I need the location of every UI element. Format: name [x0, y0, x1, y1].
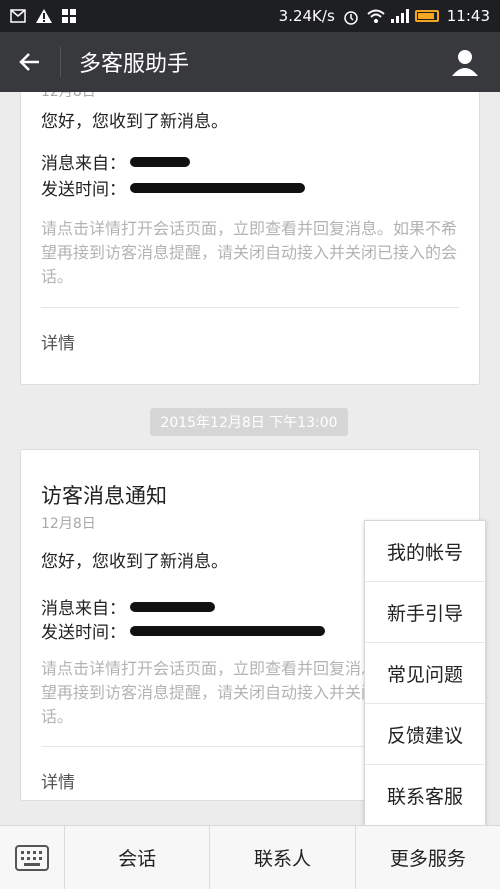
status-right-icons: 3.24K/s 11:43 [279, 7, 490, 25]
card-greeting: 您好，您收到了新消息。 [41, 112, 228, 132]
signal-icon [390, 9, 409, 23]
profile-icon [452, 50, 478, 76]
redacted-text [130, 625, 325, 636]
battery-icon [414, 10, 439, 22]
status-left-icons [10, 9, 78, 23]
menu-item-contact-support[interactable]: 联系客服 [365, 765, 485, 826]
title-bar: 多客服助手 [0, 32, 500, 92]
card-date: 12月8日 [41, 92, 96, 100]
menu-item-my-account[interactable]: 我的帐号 [365, 521, 485, 582]
time-label: 发送时间： [41, 180, 126, 200]
page-title: 多客服助手 [79, 52, 190, 77]
time-label: 发送时间： [41, 623, 126, 643]
menu-item-beginner-guide[interactable]: 新手引导 [365, 582, 485, 643]
detail-link[interactable]: 详情 [41, 329, 75, 354]
redacted-text [130, 182, 305, 193]
bottom-bar: 会话 联系人 更多服务 [0, 825, 500, 889]
message-source: 消息来自： [41, 149, 190, 174]
card-divider [41, 307, 459, 308]
message-source: 消息来自： [41, 594, 215, 619]
timestamp: 2015年12月8日 下午13:00 [150, 408, 348, 436]
redacted-text [130, 601, 215, 612]
source-label: 消息来自： [41, 154, 126, 174]
menu-item-feedback[interactable]: 反馈建议 [365, 704, 485, 765]
back-button[interactable] [0, 32, 60, 92]
message-icon [10, 9, 26, 23]
wifi-icon [367, 9, 385, 23]
status-bar: 3.24K/s 11:43 [0, 0, 500, 32]
network-speed: 3.24K/s [278, 7, 335, 25]
message-time: 发送时间： [41, 175, 305, 200]
message-card: 12月8日 您好，您收到了新消息。 消息来自： 发送时间： 请点击详情打开会话页… [20, 92, 480, 385]
message-time: 发送时间： [41, 618, 325, 643]
status-time: 11:43 [446, 7, 490, 25]
detail-link[interactable]: 详情 [41, 768, 75, 793]
redacted-text [130, 156, 190, 167]
card-date: 12月8日 [41, 516, 96, 532]
profile-button[interactable] [430, 32, 500, 92]
card-greeting: 您好，您收到了新消息。 [41, 552, 228, 572]
apps-icon [62, 9, 78, 23]
alarm-icon [343, 9, 359, 25]
tab-conversations[interactable]: 会话 [65, 826, 211, 889]
card-description: 请点击详情打开会话页面，立即查看并回复消息。如果不希望再接到访客消息提醒，请关闭… [41, 219, 458, 286]
keyboard-button[interactable] [0, 826, 65, 889]
more-services-menu: 我的帐号 新手引导 常见问题 反馈建议 联系客服 [364, 520, 486, 827]
tab-contacts[interactable]: 联系人 [210, 826, 356, 889]
keyboard-icon [15, 844, 49, 871]
warning-icon [36, 9, 52, 23]
card-title: 访客消息通知 [41, 484, 167, 508]
menu-item-faq[interactable]: 常见问题 [365, 643, 485, 704]
back-arrow-icon [19, 53, 39, 71]
source-label: 消息来自： [41, 599, 126, 619]
title-divider [60, 47, 61, 77]
tab-more-services[interactable]: 更多服务 [356, 826, 500, 889]
